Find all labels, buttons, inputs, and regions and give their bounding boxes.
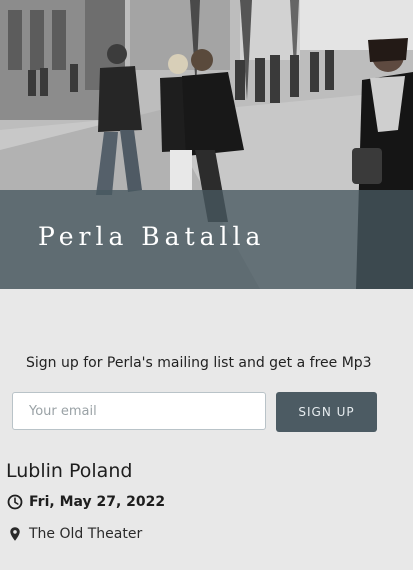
sign-up-button[interactable]: SIGN UP: [276, 392, 377, 432]
mailing-list-heading: Sign up for Perla's mailing list and get…: [26, 355, 372, 371]
event-city: Lublin Poland: [6, 460, 133, 482]
event-date-row: Fri, May 27, 2022: [6, 494, 165, 510]
map-pin-icon: [7, 526, 23, 542]
event-venue-row: The Old Theater: [6, 526, 142, 542]
event-venue: The Old Theater: [29, 526, 143, 542]
page: Perla Batalla Sign up for Perla's mailin…: [0, 0, 413, 570]
hero-image: Perla Batalla: [0, 0, 413, 289]
event-date: Fri, May 27, 2022: [29, 494, 166, 510]
clock-icon: [7, 494, 23, 510]
artist-name-title: Perla Batalla: [38, 222, 266, 251]
email-input[interactable]: [12, 392, 266, 430]
